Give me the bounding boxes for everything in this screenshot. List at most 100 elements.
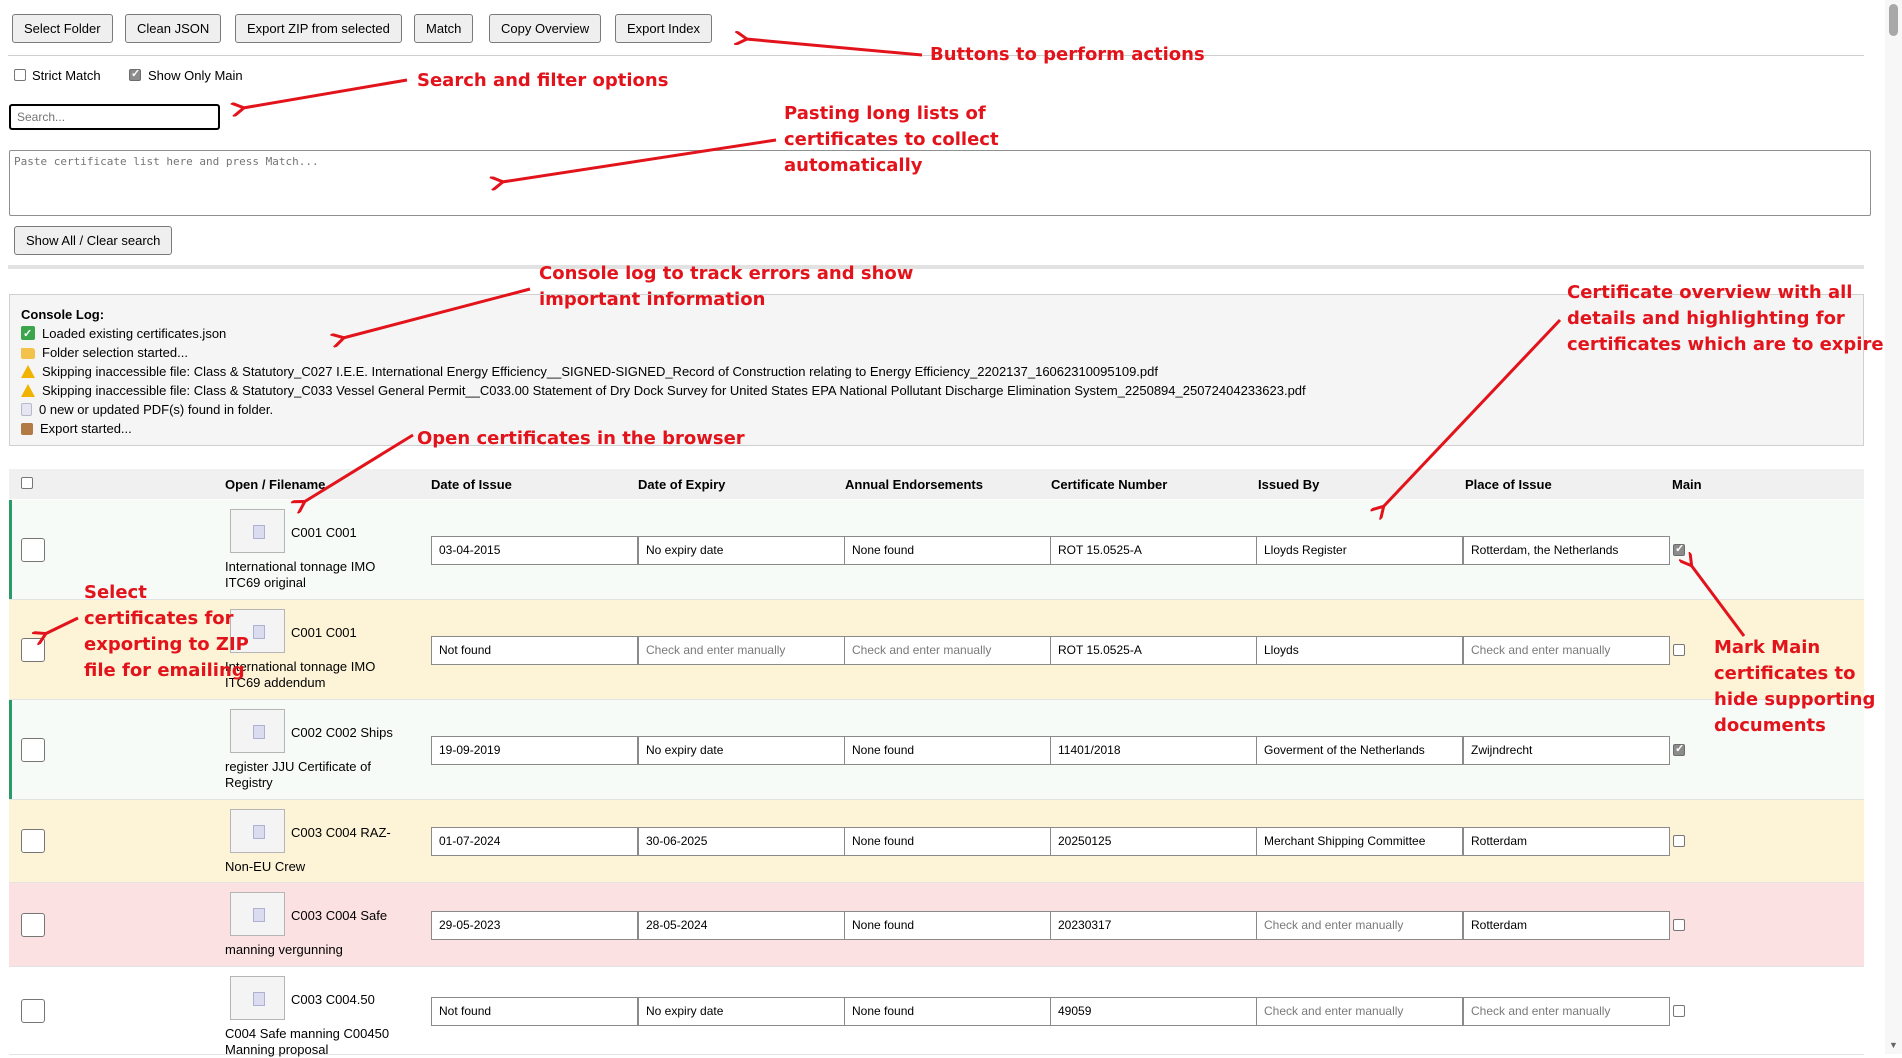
annual-endorsements-field[interactable]: None found xyxy=(844,827,1051,856)
row-select-checkbox[interactable] xyxy=(21,538,45,562)
certificate-number-field[interactable]: 11401/2018 xyxy=(1050,736,1257,765)
pdf-thumbnail-icon[interactable] xyxy=(230,709,285,753)
row-select-checkbox[interactable] xyxy=(21,829,45,853)
pdf-thumbnail-icon[interactable] xyxy=(230,976,285,1020)
annual-endorsements-field[interactable]: None found xyxy=(844,736,1051,765)
annual-endorsements-field[interactable]: None found xyxy=(844,997,1051,1026)
certificate-number-field[interactable]: 20230317 xyxy=(1050,911,1257,940)
header-date-of-expiry: Date of Expiry xyxy=(638,477,726,492)
date-of-expiry-field[interactable]: No expiry date xyxy=(638,736,845,765)
main-checkbox[interactable] xyxy=(1673,835,1685,847)
pdf-thumbnail-icon[interactable] xyxy=(230,509,285,553)
annotation-overview-line: details and highlighting for xyxy=(1567,308,1845,329)
annotation-paste-line: automatically xyxy=(784,155,923,176)
show-all-clear-search-button[interactable]: Show All / Clear search xyxy=(14,226,173,255)
date-of-issue-field[interactable]: 01-07-2024 xyxy=(431,827,638,856)
certificate-number-field[interactable]: 20250125 xyxy=(1050,827,1257,856)
annotation-open-cert: Open certificates in the browser xyxy=(417,428,745,449)
filename-continuation[interactable]: International tonnage IMO ITC69 original xyxy=(225,559,400,591)
date-of-issue-field[interactable]: Not found xyxy=(431,997,638,1026)
issued-by-field[interactable]: Check and enter manually xyxy=(1256,997,1463,1026)
scrollbar-thumb[interactable] xyxy=(1889,4,1898,36)
issued-by-field[interactable]: Lloyds Register xyxy=(1256,536,1463,565)
pdf-thumbnail-icon[interactable] xyxy=(230,892,285,936)
export-index-button[interactable]: Export Index xyxy=(615,14,712,43)
issued-by-field[interactable]: Goverment of the Netherlands xyxy=(1256,736,1463,765)
annotation-main-line: hide supporting xyxy=(1714,689,1876,710)
issued-by-field[interactable]: Merchant Shipping Committee xyxy=(1256,827,1463,856)
annotation-overview: Certificate overview with all details an… xyxy=(1567,280,1884,358)
filename-link[interactable]: C002 C002 Ships xyxy=(291,725,393,740)
place-of-issue-field[interactable]: Zwijndrecht xyxy=(1463,736,1670,765)
export-zip-button[interactable]: Export ZIP from selected xyxy=(235,14,402,43)
filename-link[interactable]: C003 C004.50 xyxy=(291,992,375,1007)
filename-continuation[interactable]: manning vergunning xyxy=(225,942,400,958)
row-select-checkbox[interactable] xyxy=(21,999,45,1023)
arrow-to-search xyxy=(243,78,408,108)
document-icon xyxy=(21,403,32,416)
filename-link[interactable]: C003 C004 Safe xyxy=(291,908,387,923)
date-of-issue-field[interactable]: 03-04-2015 xyxy=(431,536,638,565)
filename-link[interactable]: C001 C001 xyxy=(291,625,357,640)
main-checkbox[interactable] xyxy=(1673,644,1685,656)
place-of-issue-field[interactable]: Check and enter manually xyxy=(1463,997,1670,1026)
annual-endorsements-field[interactable]: Check and enter manually xyxy=(844,636,1051,665)
console-line-text: Skipping inaccessible file: Class & Stat… xyxy=(42,364,1158,379)
row-select-checkbox[interactable] xyxy=(21,913,45,937)
console-line-text: Folder selection started... xyxy=(42,345,188,360)
date-of-expiry-field[interactable]: Check and enter manually xyxy=(638,636,845,665)
annual-endorsements-field[interactable]: None found xyxy=(844,536,1051,565)
main-checkbox[interactable] xyxy=(1673,742,1685,756)
row-select-checkbox[interactable] xyxy=(21,738,45,762)
filename-link[interactable]: C001 C001 xyxy=(291,525,357,540)
pdf-thumbnail-icon[interactable] xyxy=(230,809,285,853)
filename-continuation[interactable]: Non-EU Crew xyxy=(225,859,400,875)
select-folder-button[interactable]: Select Folder xyxy=(12,14,113,43)
date-of-issue-field[interactable]: 29-05-2023 xyxy=(431,911,638,940)
search-input[interactable] xyxy=(9,104,220,130)
issued-by-field[interactable]: Check and enter manually xyxy=(1256,911,1463,940)
certificate-number-field[interactable]: 49059 xyxy=(1050,997,1257,1026)
row-select-checkbox[interactable] xyxy=(21,638,45,662)
filename-continuation[interactable]: International tonnage IMO ITC69 addendum xyxy=(225,659,400,691)
date-of-issue-field[interactable]: 19-09-2019 xyxy=(431,736,638,765)
console-line: Export started... xyxy=(21,419,1852,438)
match-button[interactable]: Match xyxy=(414,14,474,43)
warning-icon xyxy=(21,384,35,397)
copy-overview-button[interactable]: Copy Overview xyxy=(489,14,602,43)
annotation-console-line: important information xyxy=(539,289,766,310)
date-of-expiry-field[interactable]: No expiry date xyxy=(638,536,845,565)
annotation-buttons: Buttons to perform actions xyxy=(930,44,1205,65)
issued-by-field[interactable]: Lloyds xyxy=(1256,636,1463,665)
place-of-issue-field[interactable]: Rotterdam xyxy=(1463,827,1670,856)
date-of-expiry-field[interactable]: 30-06-2025 xyxy=(638,827,845,856)
filename-continuation[interactable]: C004 Safe manning C00450 Manning proposa… xyxy=(225,1026,400,1058)
date-of-expiry-field[interactable]: 28-05-2024 xyxy=(638,911,845,940)
annotation-console-line: Console log to track errors and show xyxy=(539,263,914,284)
certificate-number-field[interactable]: ROT 15.0525-A xyxy=(1050,636,1257,665)
main-checkbox[interactable] xyxy=(1673,1005,1685,1017)
console-line-text: Loaded existing certificates.json xyxy=(42,326,227,341)
annotation-paste-line: certificates to collect xyxy=(784,129,999,150)
main-checkbox[interactable] xyxy=(1673,542,1685,556)
annual-endorsements-field[interactable]: None found xyxy=(844,911,1051,940)
filename-continuation[interactable]: register JJU Certificate of Registry xyxy=(225,759,400,791)
strict-match-checkbox[interactable] xyxy=(14,69,26,81)
certificate-number-field[interactable]: ROT 15.0525-A xyxy=(1050,536,1257,565)
clean-json-button[interactable]: Clean JSON xyxy=(125,14,222,43)
place-of-issue-field[interactable]: Rotterdam xyxy=(1463,911,1670,940)
header-open-filename: Open / Filename xyxy=(225,477,326,492)
place-of-issue-field[interactable]: Check and enter manually xyxy=(1463,636,1670,665)
header-place-of-issue: Place of Issue xyxy=(1465,477,1552,492)
filename-link[interactable]: C003 C004 RAZ- xyxy=(291,825,391,840)
place-of-issue-field[interactable]: Rotterdam, the Netherlands xyxy=(1463,536,1670,565)
scroll-down-arrow-icon[interactable]: ▼ xyxy=(1889,1040,1898,1050)
main-checkbox[interactable] xyxy=(1673,919,1685,931)
show-only-main-checkbox[interactable] xyxy=(129,67,141,81)
vertical-scrollbar[interactable] xyxy=(1885,0,1902,1054)
show-only-main-label: Show Only Main xyxy=(148,68,243,83)
date-of-issue-field[interactable]: Not found xyxy=(431,636,638,665)
select-all-checkbox[interactable] xyxy=(21,477,33,489)
date-of-expiry-field[interactable]: No expiry date xyxy=(638,997,845,1026)
header-date-of-issue: Date of Issue xyxy=(431,477,512,492)
